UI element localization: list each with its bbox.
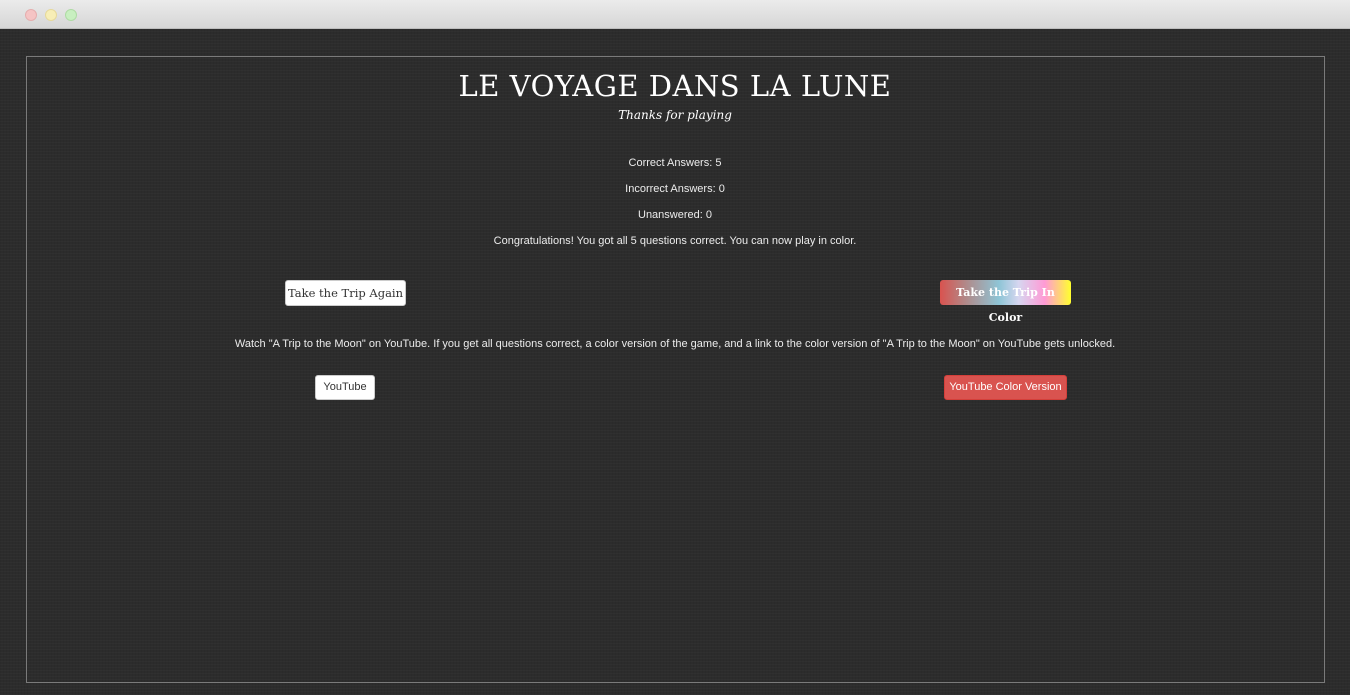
youtube-color-version-button[interactable]: YouTube Color Version	[944, 375, 1067, 400]
play-again-button[interactable]: Take the Trip Again	[285, 280, 406, 306]
congratulations-message: Congratulations! You got all 5 questions…	[493, 235, 857, 247]
maximize-window-icon[interactable]	[65, 9, 77, 21]
incorrect-answers: Incorrect Answers: 0	[625, 183, 725, 195]
browser-window: LE VOYAGE DANS LA LUNE Thanks for playin…	[0, 0, 1350, 695]
page-title: LE VOYAGE DANS LA LUNE	[458, 69, 892, 103]
page-subtitle: Thanks for playing	[618, 108, 732, 122]
minimize-window-icon[interactable]	[45, 9, 57, 21]
correct-answers: Correct Answers: 5	[628, 157, 722, 169]
youtube-button[interactable]: YouTube	[315, 375, 375, 400]
play-in-color-button[interactable]: Take the Trip In Color	[940, 280, 1071, 324]
youtube-info-text: Watch "A Trip to the Moon" on YouTube. I…	[234, 338, 1116, 350]
close-window-icon[interactable]	[25, 9, 37, 21]
window-titlebar	[0, 0, 1350, 29]
content-frame	[26, 56, 1325, 683]
page-content: LE VOYAGE DANS LA LUNE Thanks for playin…	[0, 29, 1350, 695]
unanswered-count: Unanswered: 0	[638, 209, 712, 221]
